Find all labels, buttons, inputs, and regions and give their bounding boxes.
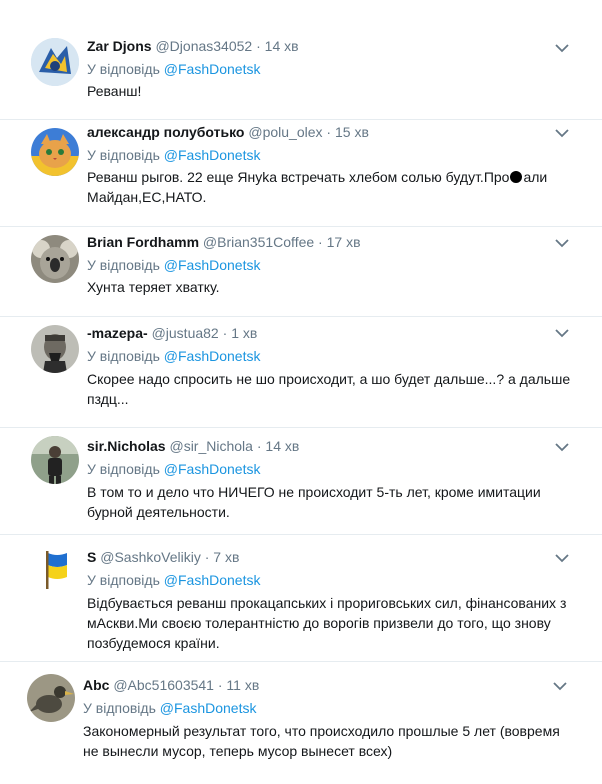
timestamp[interactable]: 7 хв [213,549,239,565]
author-handle[interactable]: @Abc51603541 [113,677,214,693]
reply-context: У відповідь @FashDonetsk [87,347,260,365]
timestamp[interactable]: 14 хв [265,438,299,454]
reply-mention-link[interactable]: @FashDonetsk [164,572,261,588]
separator-dot: · [217,677,223,693]
author-name[interactable]: -mazepa- [87,325,148,341]
separator-dot: · [204,549,210,565]
person-avatar[interactable] [31,436,79,484]
separator-dot: · [222,325,228,341]
tweet[interactable]: sir.Nicholas @sir_Nichola · 14 хв У відп… [0,428,602,535]
cat-avatar[interactable] [31,128,79,176]
author-name[interactable]: Brian Fordhamm [87,234,199,250]
tweet-text: Закономерный результат того, что происхо… [83,723,560,759]
author-name[interactable]: S [87,549,96,565]
tweet-text: Хунта теряет хватку. [87,279,220,295]
reply-context: У відповідь @FashDonetsk [87,60,260,78]
author-handle[interactable]: @Djonas34052 [155,38,252,54]
reply-prefix: У відповідь [87,572,160,588]
author-handle[interactable]: @polu_olex [248,124,322,140]
koala-avatar[interactable] [31,235,79,283]
chevron-down-icon[interactable] [555,128,569,138]
author-name[interactable]: александр полуботько [87,124,244,140]
reply-mention-link[interactable]: @FashDonetsk [164,257,261,273]
chevron-down-icon[interactable] [555,43,569,53]
blue-yellow-figure-avatar[interactable] [31,38,79,86]
separator-dot: · [326,124,332,140]
chevron-down-icon[interactable] [553,681,567,691]
tweet-text: В том то и дело что НИЧЕГО не происходит… [87,484,541,520]
tweet[interactable]: александр полуботько @polu_olex · 15 хв … [0,120,602,227]
author-name[interactable]: Zar Djons [87,38,152,54]
reply-prefix: У відповідь [87,348,160,364]
timestamp[interactable]: 1 хв [231,325,257,341]
tweet-text: Реванш! [87,83,142,99]
timestamp[interactable]: 14 хв [265,38,299,54]
tweet[interactable]: Zar Djons @Djonas34052 · 14 хв У відпові… [0,28,602,120]
reply-context: У відповідь @FashDonetsk [87,256,260,274]
portrait-avatar[interactable] [31,325,79,373]
reply-context: У відповідь @FashDonetsk [87,460,260,478]
timestamp[interactable]: 15 хв [335,124,369,140]
reply-mention-link[interactable]: @FashDonetsk [160,700,257,716]
author-name[interactable]: sir.Nicholas [87,438,166,454]
reply-prefix: У відповідь [87,461,160,477]
reply-context: У відповідь @FashDonetsk [87,146,260,164]
reply-prefix: У відповідь [87,61,160,77]
tweet[interactable]: S @SashkoVelikiy · 7 хв У відповідь @Fas… [0,535,602,662]
author-handle[interactable]: @SashkoVelikiy [100,549,201,565]
separator-dot: · [256,38,261,54]
reply-context: У відповідь @FashDonetsk [83,699,256,717]
tweet[interactable]: Brian Fordhamm @Brian351Coffee · 17 хв У… [0,227,602,317]
tweet-text: Відбувається реванш прокацапських і прор… [87,595,567,651]
reply-prefix: У відповідь [87,257,160,273]
reply-prefix: У відповідь [83,700,156,716]
chevron-down-icon[interactable] [555,553,569,563]
separator-dot: · [256,438,262,454]
ink-blot-icon [510,171,523,183]
tweet-text-part: Реванш рыгов. 22 еще Януka встречать хле… [87,169,510,185]
author-handle[interactable]: @Brian351Coffee [203,234,314,250]
timestamp[interactable]: 11 хв [226,677,259,693]
author-handle[interactable]: @justua82 [152,325,219,341]
reply-mention-link[interactable]: @FashDonetsk [164,147,261,163]
chevron-down-icon[interactable] [555,328,569,338]
reply-prefix: У відповідь [87,147,160,163]
tweet[interactable]: -mazepa- @justua82 · 1 хв У відповідь @F… [0,317,602,428]
chevron-down-icon[interactable] [555,238,569,248]
reply-mention-link[interactable]: @FashDonetsk [164,461,261,477]
separator-dot: · [318,234,323,250]
reply-context: У відповідь @FashDonetsk [87,571,260,589]
timestamp[interactable]: 17 хв [327,234,361,250]
author-name[interactable]: Abc [83,677,109,693]
tweet-text: Скорее надо спросить не шо происходит, а… [87,371,571,407]
reply-mention-link[interactable]: @FashDonetsk [164,348,261,364]
chevron-down-icon[interactable] [555,442,569,452]
author-handle[interactable]: @sir_Nichola [169,438,252,454]
bird-avatar[interactable] [27,674,75,722]
tweet[interactable]: Abc @Abc51603541 · 11 хв У відповідь @Fa… [0,662,602,784]
ukraine-flag-avatar[interactable] [31,543,79,591]
reply-mention-link[interactable]: @FashDonetsk [164,61,261,77]
tweet-text: Реванш рыгов. 22 еще Януka встречать хле… [87,167,577,207]
